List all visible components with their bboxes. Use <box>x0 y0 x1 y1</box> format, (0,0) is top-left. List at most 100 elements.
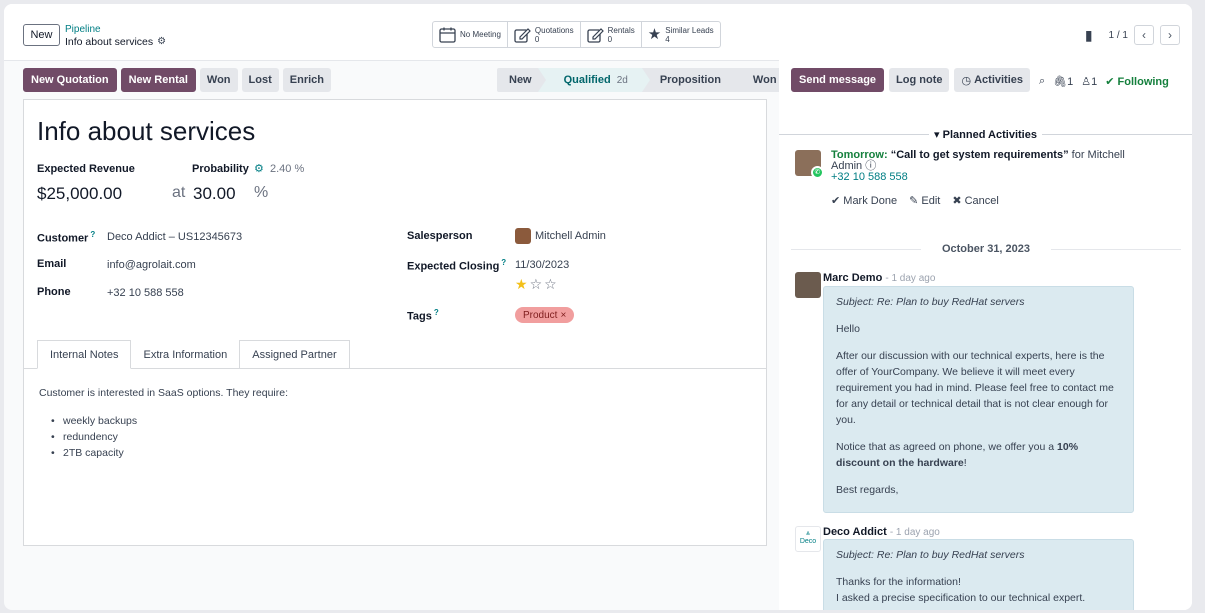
star-icon: ★ <box>647 26 662 43</box>
edit-icon <box>586 27 604 43</box>
paperclip-icon: 🖇 <box>1053 76 1068 88</box>
expected-closing-label: Expected Closing? <box>407 258 507 273</box>
message-bubble: Subject: Re: Plan to buy RedHat servers … <box>823 286 1134 513</box>
rentals-button[interactable]: Rentals 0 <box>581 22 642 47</box>
mark-done-link[interactable]: ✔ Mark Done <box>831 194 897 207</box>
breadcrumb: Pipeline Info about services ⚙ <box>65 24 166 48</box>
smart-label: Similar Leads <box>665 25 714 35</box>
message-text: Thanks for the information! <box>836 576 961 588</box>
message-text: After our discussion with our technical … <box>836 350 1114 426</box>
no-meeting-button[interactable]: No Meeting <box>433 22 508 47</box>
stage-statusbar: New Qualified 2d Proposition Won <box>497 68 791 92</box>
salesperson-label: Salesperson <box>407 230 473 242</box>
new-quotation-button[interactable]: New Quotation <box>23 68 117 92</box>
next-button[interactable]: › <box>1160 25 1180 45</box>
at-label: at <box>172 184 186 201</box>
expected-closing-field[interactable]: 11/30/2023 <box>515 259 569 271</box>
stage-proposition[interactable]: Proposition <box>642 68 735 92</box>
tag-badge[interactable]: Product × <box>515 307 575 323</box>
percent-label: % <box>254 184 269 201</box>
date-separator: October 31, 2023 <box>791 243 1181 255</box>
new-button[interactable]: New <box>23 24 60 46</box>
following-button[interactable]: ✔ Following <box>1105 75 1169 88</box>
gear-icon[interactable]: ⚙ <box>254 162 264 175</box>
message-subject: Subject: Re: Plan to buy RedHat servers <box>836 549 1025 561</box>
star-icon[interactable]: ☆ <box>544 276 559 292</box>
message-text: Hello <box>836 323 860 335</box>
breadcrumb-pipeline-link[interactable]: Pipeline <box>65 24 166 36</box>
tab-internal-notes[interactable]: Internal Notes <box>37 340 132 369</box>
tab-extra-information[interactable]: Extra Information <box>130 340 241 368</box>
message-text: Best regards, <box>836 484 899 496</box>
probability-input[interactable]: 30.00 <box>193 184 236 204</box>
bookmark-icon[interactable]: ▮ <box>1085 27 1093 44</box>
activity-text: Tomorrow: “Call to get system requiremen… <box>831 149 1125 183</box>
search-icon[interactable]: ⌕ <box>1039 75 1045 88</box>
notebook-tabs: Internal Notes Extra Information Assigne… <box>37 340 350 369</box>
stage-qualified[interactable]: Qualified 2d <box>537 68 651 92</box>
smart-count: 0 <box>607 34 613 44</box>
chatter-icons: ⌕ 🖇1 ♙1 ✔ Following <box>1039 75 1169 88</box>
close-icon[interactable]: × <box>560 310 566 321</box>
cancel-link[interactable]: ✖ Cancel <box>952 194 999 207</box>
smart-count: 0 <box>534 34 540 44</box>
activity-phone-link[interactable]: +32 10 588 558 <box>831 171 908 183</box>
message-author: Deco Addict - 1 day ago <box>823 526 940 538</box>
edit-link[interactable]: ✎ Edit <box>909 194 940 207</box>
stage-label: Qualified <box>563 74 611 86</box>
probability-auto: 2.40 % <box>270 163 305 175</box>
star-icon[interactable]: ★ <box>515 276 530 292</box>
similar-leads-button[interactable]: ★ Similar Leads 4 <box>642 22 720 47</box>
priority-stars[interactable]: ★☆☆ <box>515 276 559 293</box>
message-text: Notice that as agreed on phone, we offer… <box>836 441 1079 469</box>
app-window: New Pipeline Info about services ⚙ No Mee… <box>4 4 1192 610</box>
chatter: Send message Log note ◷ Activities ⌕ 🖇1 ♙… <box>779 60 1192 610</box>
previous-button[interactable]: ‹ <box>1134 25 1154 45</box>
smart-count: 4 <box>665 34 670 44</box>
list-item: weekly backups <box>51 413 288 429</box>
gear-icon[interactable]: ⚙ <box>157 36 166 48</box>
list-item: redundency <box>51 429 288 445</box>
control-panel: New Pipeline Info about services ⚙ No Mee… <box>4 4 1192 61</box>
form-sheet: Info about services Expected Revenue Pro… <box>23 99 767 546</box>
log-note-button[interactable]: Log note <box>889 68 950 92</box>
lost-button[interactable]: Lost <box>241 68 279 92</box>
message-text: I asked a precise specification to our t… <box>836 592 1086 604</box>
lead-title-input[interactable]: Info about services <box>37 116 255 147</box>
star-icon[interactable]: ☆ <box>530 276 545 292</box>
attachment-button[interactable]: 🖇1 <box>1053 75 1073 88</box>
quotations-button[interactable]: Quotations 0 <box>508 22 581 47</box>
notes-intro: Customer is interested in SaaS options. … <box>39 387 289 399</box>
customer-field[interactable]: Deco Addict – US12345673 <box>107 231 242 243</box>
activities-button[interactable]: ◷ Activities <box>954 68 1031 92</box>
message-bubble: Subject: Re: Plan to buy RedHat servers … <box>823 539 1134 610</box>
internal-notes-editor[interactable]: Customer is interested in SaaS options. … <box>39 385 288 461</box>
caret-down-icon: ▾ <box>934 129 940 141</box>
message-author: Marc Demo - 1 day ago <box>823 272 936 284</box>
activity-actions: ✔ Mark Done ✎ Edit ✖ Cancel <box>831 194 999 207</box>
phone-icon: ✆ <box>811 166 824 179</box>
new-rental-button[interactable]: New Rental <box>120 68 196 92</box>
avatar <box>795 272 821 298</box>
edit-icon <box>514 27 531 43</box>
expected-revenue-input[interactable]: $25,000.00 <box>37 184 122 204</box>
customer-label: Customer? <box>37 230 96 245</box>
tab-divider <box>24 368 766 369</box>
send-message-button[interactable]: Send message <box>791 68 885 92</box>
clock-icon: ◷ <box>961 74 972 87</box>
won-button[interactable]: Won <box>199 68 238 92</box>
phone-field[interactable]: +32 10 588 558 <box>107 287 184 299</box>
phone-label: Phone <box>37 286 71 298</box>
deco-addict-logo: ⩓ Deco <box>795 526 821 552</box>
enrich-button[interactable]: Enrich <box>282 68 331 92</box>
stage-duration: 2d <box>616 74 628 86</box>
email-field[interactable]: info@agrolait.com <box>107 259 196 271</box>
followers-button[interactable]: ♙1 <box>1081 75 1097 88</box>
tab-assigned-partner[interactable]: Assigned Partner <box>239 340 350 368</box>
pager-value[interactable]: 1 / 1 <box>1109 30 1128 41</box>
calendar-icon <box>439 27 456 43</box>
salesperson-field[interactable]: Mitchell Admin <box>515 228 606 244</box>
expected-revenue-label: Expected Revenue <box>37 163 135 175</box>
planned-activities-toggle[interactable]: ▾ Planned Activities <box>779 128 1192 141</box>
user-icon: ♙ <box>1081 76 1092 88</box>
